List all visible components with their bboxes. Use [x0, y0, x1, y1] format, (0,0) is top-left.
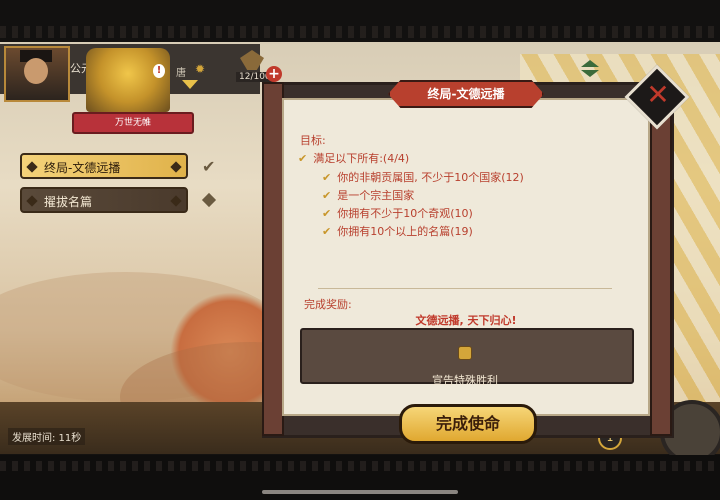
reward-item-label: 宣告特殊胜利: [432, 374, 498, 387]
chevron-down-icon[interactable]: [182, 80, 198, 89]
mission-item-1[interactable]: 擢拔名篇: [20, 187, 188, 213]
home-indicator[interactable]: [262, 490, 458, 494]
dialog-title: 终局-文德远播: [388, 80, 544, 108]
sun-icon: ✹: [195, 62, 206, 76]
alert-icon[interactable]: !: [153, 64, 165, 78]
goal-label: 目标:: [300, 134, 326, 147]
close-icon[interactable]: ✕: [641, 78, 675, 112]
divider: [318, 288, 612, 289]
minimap-toggle[interactable]: [580, 60, 600, 78]
victory-icon: [458, 346, 472, 360]
plus-icon[interactable]: +: [266, 66, 282, 82]
mission-label: 终局-文德远播: [44, 161, 121, 175]
check-icon: ✔: [322, 207, 332, 220]
check-icon: ✔: [322, 171, 332, 184]
ruler-portrait[interactable]: [4, 46, 70, 102]
reward-label: 完成奖励:: [304, 298, 352, 311]
check-icon: ✔: [298, 152, 308, 165]
top-band: [0, 0, 720, 40]
requirement-row: ✔ 你拥有10个以上的名篇(19): [322, 225, 473, 238]
complete-mission-button[interactable]: 完成使命: [399, 404, 537, 444]
mission-item-0[interactable]: 终局-文德远播: [20, 153, 188, 179]
requirement-row: ✔ 满足以下所有:(4/4): [298, 152, 410, 165]
check-icon: ✔: [202, 157, 216, 176]
growth-time: 发展时间: 11秒: [8, 428, 86, 445]
dialog-post-right: [650, 82, 672, 436]
check-icon: ✔: [322, 225, 332, 238]
check-icon: ✔: [322, 189, 332, 202]
mission-label: 擢拔名篇: [44, 195, 93, 209]
dynasty-side-label: 唐: [176, 68, 186, 79]
throne-emblem[interactable]: [86, 48, 170, 112]
dynasty-banner: 万世无帷: [72, 112, 194, 134]
reward-text: 文德远播, 天下归心!: [415, 314, 517, 327]
requirement-row: ✔ 你拥有不少于10个奇观(10): [322, 207, 473, 220]
requirement-row: ✔ 是一个宗主国家: [322, 189, 415, 202]
requirement-row: ✔ 你的非朝贡属国, 不少于10个国家(12): [322, 171, 524, 184]
dialog-post-left: [262, 82, 284, 436]
